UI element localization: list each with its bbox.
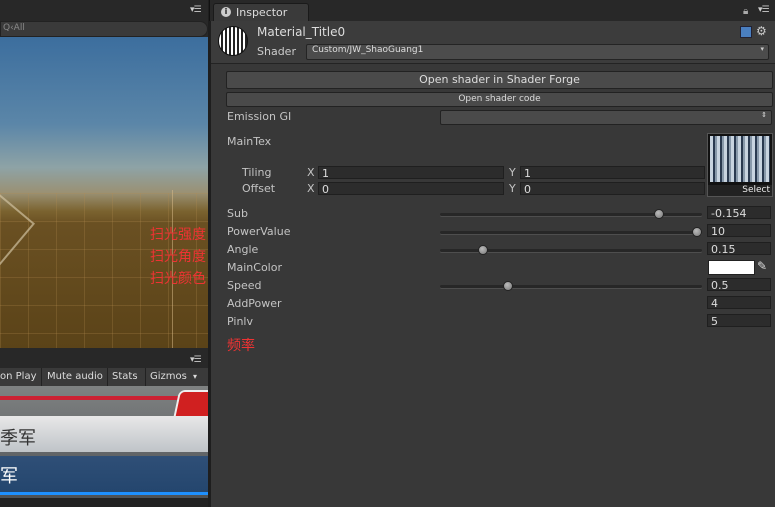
info-icon: i bbox=[221, 7, 231, 17]
panel-menu-icon[interactable]: ▾☰ bbox=[190, 5, 202, 15]
tab-inspector[interactable]: i Inspector bbox=[213, 3, 309, 22]
tiling-label: Tiling bbox=[242, 166, 272, 179]
tiling-y-field[interactable]: 1 bbox=[520, 166, 705, 180]
stats-toggle[interactable]: Stats bbox=[112, 369, 138, 385]
texture-select-button[interactable]: Select bbox=[708, 185, 772, 196]
offset-label: Offset bbox=[242, 182, 276, 195]
scene-search-input[interactable]: Q‹All bbox=[0, 21, 208, 37]
prop-angle-label: Angle bbox=[227, 243, 259, 256]
prop-pinlv-field[interactable]: 5 bbox=[707, 314, 771, 328]
prop-sub-label: Sub bbox=[227, 207, 248, 220]
game-toolbar: on Play Mute audio Stats Gizmos ▾ bbox=[0, 368, 208, 387]
lock-icon[interactable]: 🔒︎ bbox=[743, 6, 748, 17]
scene-header bbox=[0, 0, 208, 20]
gizmos-toggle[interactable]: Gizmos bbox=[150, 369, 187, 385]
maincolor-swatch[interactable] bbox=[708, 260, 755, 275]
tab-label: Inspector bbox=[236, 6, 288, 19]
prop-angle-slider-thumb[interactable] bbox=[477, 245, 488, 255]
tiling-y-axis: Y bbox=[509, 166, 516, 179]
open-shader-forge-button[interactable]: Open shader in Shader Forge bbox=[226, 71, 773, 89]
prop-powervalue-slider[interactable] bbox=[440, 231, 702, 234]
material-title: Material_Title0 bbox=[257, 25, 346, 39]
prop-maincolor-label: MainColor bbox=[227, 261, 282, 274]
shader-value: Custom/JW_ShaoGuang1 bbox=[312, 45, 424, 55]
shader-dropdown[interactable]: Custom/JW_ShaoGuang1 ▾ bbox=[306, 44, 769, 60]
prop-speed-field[interactable]: 0.5 bbox=[707, 278, 771, 292]
game-banner-2: 军 bbox=[0, 456, 208, 495]
annotation-intensity: 扫光强度 bbox=[150, 227, 206, 243]
game-label-1: 季军 bbox=[0, 428, 36, 449]
eyedropper-icon[interactable]: ✎ bbox=[757, 259, 767, 273]
game-menu-icon[interactable]: ▾☰ bbox=[190, 355, 202, 365]
material-preview-icon bbox=[218, 26, 248, 56]
emission-gi-label: Emission GI bbox=[227, 110, 292, 123]
annotation-angle: 扫光角度 bbox=[150, 249, 206, 265]
maintex-label: MainTex bbox=[227, 135, 272, 148]
offset-x-field[interactable]: 0 bbox=[318, 182, 504, 196]
prop-addpower-field[interactable]: 4 bbox=[707, 296, 771, 310]
search-placeholder: Q‹All bbox=[3, 23, 25, 33]
open-shader-code-button[interactable]: Open shader code bbox=[226, 92, 773, 107]
gear-icon[interactable]: ⚙ bbox=[756, 24, 767, 38]
prop-speed-slider[interactable] bbox=[440, 285, 702, 288]
maximize-on-play-toggle[interactable]: on Play bbox=[0, 369, 37, 385]
annotation-frequency: 频率 bbox=[227, 338, 255, 354]
offset-y-axis: Y bbox=[509, 182, 516, 195]
scene-panel: ▾☰ Q‹All 扫光强度 扫光角度 扫光颜色 ▾☰ on Play Mute … bbox=[0, 0, 208, 507]
emission-gi-dropdown[interactable]: ⇕ bbox=[440, 110, 772, 125]
game-viewport[interactable]: 季军 军 bbox=[0, 386, 208, 507]
prop-powervalue-slider-thumb[interactable] bbox=[692, 227, 702, 237]
tiling-x-axis: X bbox=[307, 166, 315, 179]
prop-speed-label: Speed bbox=[227, 279, 262, 292]
prop-sub-field[interactable]: -0.154 bbox=[707, 206, 771, 220]
gizmos-dropdown-icon[interactable]: ▾ bbox=[193, 369, 197, 385]
game-label-2: 军 bbox=[0, 466, 18, 487]
prop-pinlv-label: Pinlv bbox=[227, 315, 253, 328]
maintex-texture-slot[interactable]: Select bbox=[707, 133, 773, 197]
book-icon[interactable] bbox=[740, 26, 752, 38]
tiling-x-field[interactable]: 1 bbox=[318, 166, 504, 180]
prop-angle-field[interactable]: 0.15 bbox=[707, 242, 771, 256]
menu-icon[interactable]: ▾☰ bbox=[758, 5, 770, 15]
prop-addpower-label: AddPower bbox=[227, 297, 282, 310]
offset-x-axis: X bbox=[307, 182, 315, 195]
prop-powervalue-label: PowerValue bbox=[227, 225, 291, 238]
dropdown-arrow-icon: ▾ bbox=[760, 45, 764, 53]
game-banner-1: 季军 bbox=[0, 416, 208, 452]
prop-speed-slider-thumb[interactable] bbox=[503, 281, 513, 291]
texture-preview bbox=[710, 136, 770, 182]
dropdown-arrow-icon: ⇕ bbox=[761, 111, 767, 119]
prop-powervalue-field[interactable]: 10 bbox=[707, 224, 771, 238]
mute-audio-toggle[interactable]: Mute audio bbox=[47, 369, 103, 385]
offset-y-field[interactable]: 0 bbox=[520, 182, 705, 196]
game-bottom-strip bbox=[0, 498, 208, 507]
shader-label: Shader bbox=[257, 45, 296, 58]
game-header bbox=[0, 352, 208, 368]
annotation-color: 扫光颜色 bbox=[150, 271, 206, 287]
